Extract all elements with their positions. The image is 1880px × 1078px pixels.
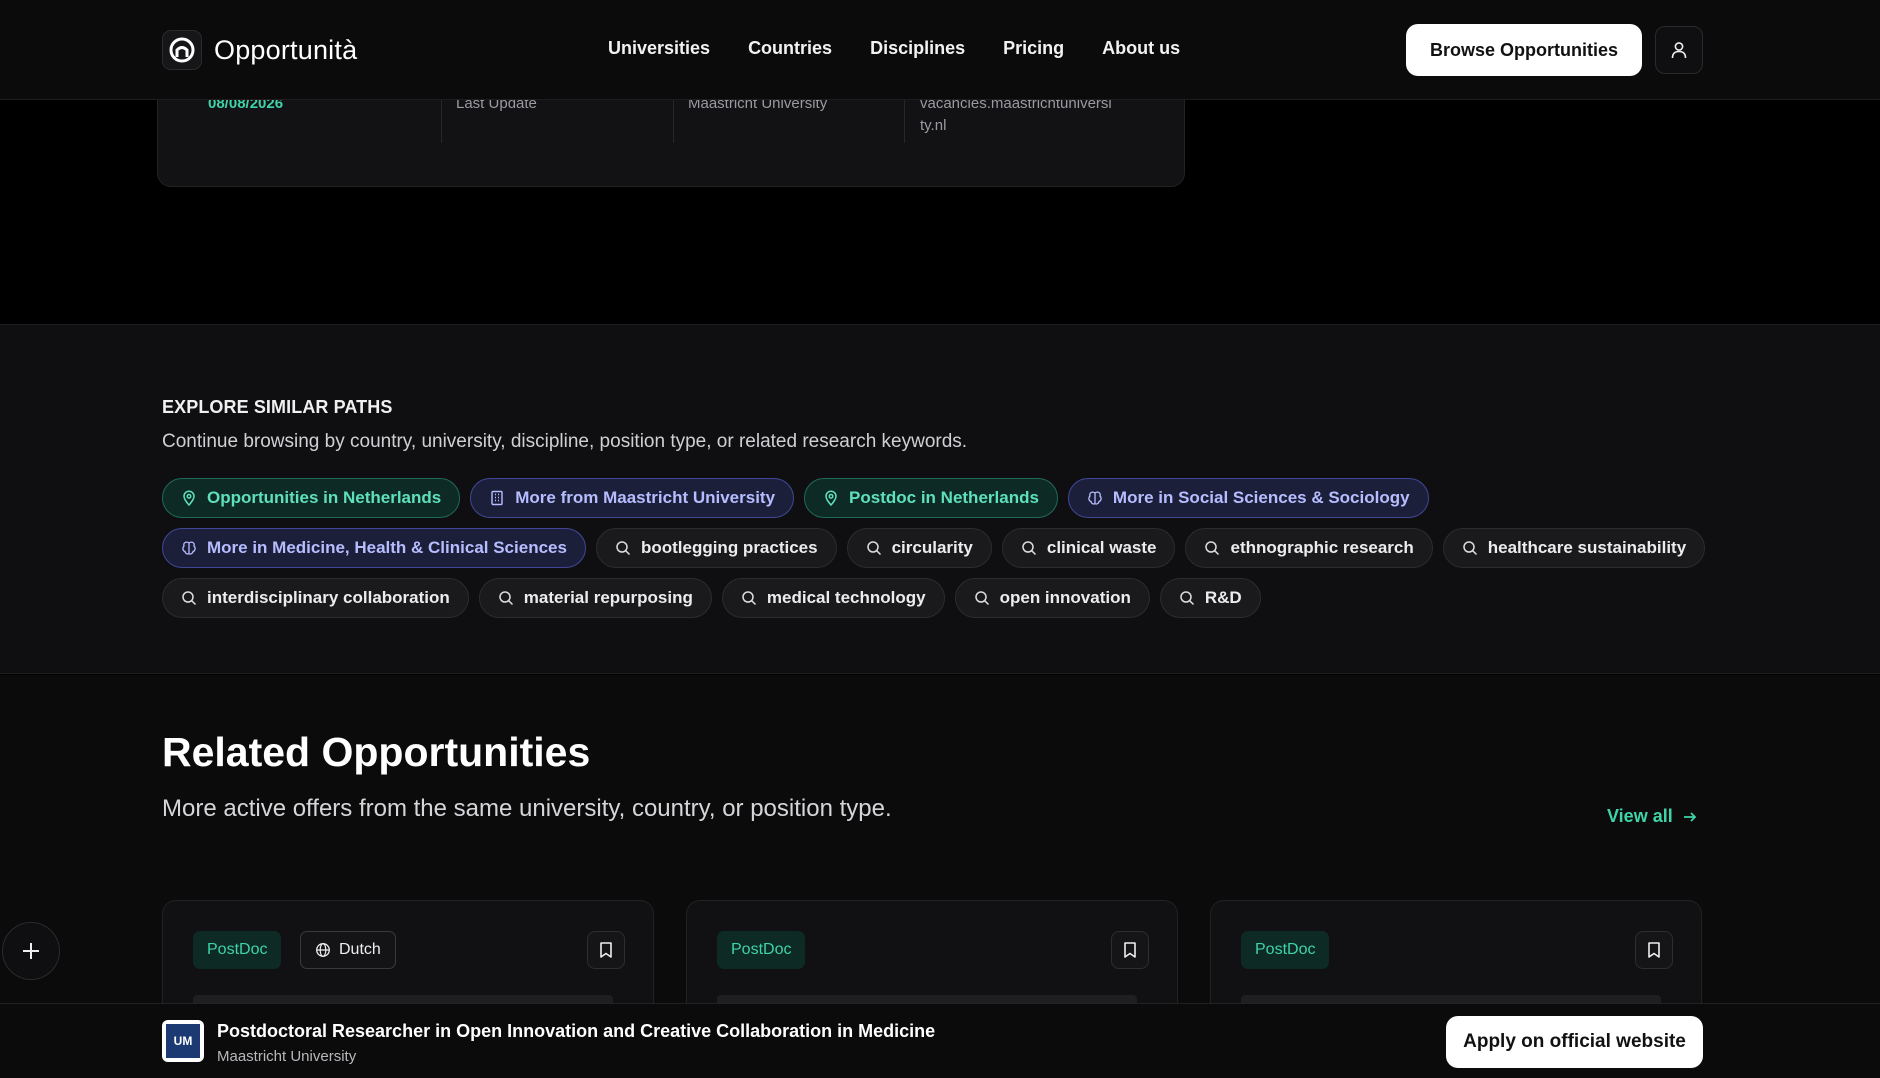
position-title: Postdoctoral Researcher in Open Innovati…	[217, 1021, 936, 1041]
browse-opportunities-button[interactable]: Browse Opportunities	[1406, 24, 1642, 76]
building-icon	[491, 490, 503, 506]
language-label: Dutch	[339, 941, 381, 958]
chip-label: interdisciplinary collaboration	[207, 588, 450, 607]
language-badge: Dutch	[300, 931, 396, 969]
search-icon	[866, 541, 881, 556]
chip-more-from-maastricht[interactable]: More from Maastricht University	[470, 478, 795, 518]
map-pin-icon	[183, 490, 195, 506]
bookmark-icon	[1648, 942, 1660, 958]
search-icon	[499, 591, 513, 606]
chip-keyword[interactable]: interdisciplinary collaboration	[162, 578, 469, 618]
related-opportunities: Related Opportunities More active offers…	[0, 675, 1880, 1040]
chip-label: ethnographic research	[1230, 538, 1414, 557]
user-icon	[1671, 42, 1687, 59]
chip-keyword[interactable]: ethnographic research	[1185, 528, 1433, 568]
chip-postdoc-netherlands[interactable]: Postdoc in Netherlands	[804, 478, 1058, 518]
nav-universities[interactable]: Universities	[608, 38, 710, 59]
chip-keyword[interactable]: healthcare sustainability	[1442, 528, 1706, 568]
plus-icon	[23, 943, 39, 959]
apply-official-website-button[interactable]: Apply on official website	[1446, 1016, 1703, 1068]
chip-label: clinical waste	[1046, 538, 1157, 557]
chip-keyword[interactable]: circularity	[846, 528, 992, 568]
search-icon	[1463, 541, 1477, 556]
section-subtitle: Continue browsing by country, university…	[162, 431, 968, 452]
website-line-2: ty.nl	[920, 117, 947, 134]
nav-pricing[interactable]: Pricing	[1003, 38, 1064, 59]
chip-label: bootlegging practices	[640, 538, 818, 557]
search-icon	[1180, 591, 1194, 606]
logo-icon	[162, 30, 202, 70]
view-all-link[interactable]: View all	[1607, 806, 1699, 827]
chip-label: circularity	[891, 538, 973, 557]
path-chips: Opportunities in Netherlands More from M…	[162, 478, 1722, 628]
main-nav: Universities Countries Disciplines Prici…	[608, 38, 1180, 59]
brand-logo[interactable]: Opportunità	[162, 30, 357, 70]
chip-label: healthcare sustainability	[1487, 538, 1687, 557]
chip-opportunities-netherlands[interactable]: Opportunities in Netherlands	[162, 478, 461, 518]
bookmark-button[interactable]	[1111, 931, 1149, 969]
university-logo-mark: UM	[166, 1024, 200, 1058]
bookmark-icon	[1124, 942, 1136, 958]
chip-social-sciences[interactable]: More in Social Sciences & Sociology	[1067, 478, 1429, 518]
chip-label: medical technology	[766, 588, 926, 607]
user-account-button[interactable]	[1655, 26, 1703, 74]
university-logo: UM	[162, 1020, 204, 1062]
sticky-apply-bar: UM Postdoctoral Researcher in Open Innov…	[0, 1003, 1880, 1078]
chip-label: More in Medicine, Health & Clinical Scie…	[207, 538, 567, 557]
chip-keyword[interactable]: open innovation	[954, 578, 1150, 618]
university-name: Maastricht University	[217, 1048, 357, 1065]
search-icon	[974, 591, 989, 606]
bookmark-icon	[600, 942, 612, 958]
globe-icon	[316, 943, 330, 957]
chip-keyword[interactable]: R&D	[1159, 578, 1261, 618]
chip-label: material repurposing	[523, 588, 693, 607]
search-icon	[182, 591, 197, 606]
nav-countries[interactable]: Countries	[748, 38, 832, 59]
map-pin-icon	[825, 490, 837, 506]
floating-add-button[interactable]	[2, 922, 60, 980]
search-icon	[1205, 541, 1220, 556]
chip-medicine-health[interactable]: More in Medicine, Health & Clinical Scie…	[162, 528, 586, 568]
search-icon	[742, 591, 756, 606]
nav-about-us[interactable]: About us	[1102, 38, 1180, 59]
section-title: EXPLORE SIMILAR PATHS	[162, 397, 393, 417]
related-subtitle: More active offers from the same univers…	[162, 795, 892, 822]
chip-label: More from Maastricht University	[515, 488, 776, 507]
brain-icon	[1088, 491, 1102, 505]
chip-label: More in Social Sciences & Sociology	[1112, 488, 1410, 507]
chip-label: Opportunities in Netherlands	[207, 488, 442, 507]
search-icon	[616, 541, 630, 556]
search-icon	[1022, 541, 1036, 556]
explore-similar-paths: EXPLORE SIMILAR PATHS Continue browsing …	[0, 324, 1880, 674]
chip-keyword[interactable]: medical technology	[721, 578, 945, 618]
chip-keyword[interactable]: clinical waste	[1001, 528, 1176, 568]
related-title: Related Opportunities	[162, 729, 591, 775]
position-type-badge: PostDoc	[1241, 931, 1330, 969]
brain-icon	[182, 541, 196, 555]
position-type-badge: PostDoc	[193, 931, 282, 969]
chip-keyword[interactable]: bootlegging practices	[595, 528, 837, 568]
site-header: Opportunità Universities Countries Disci…	[0, 0, 1880, 100]
bookmark-button[interactable]	[1635, 931, 1673, 969]
brand-name: Opportunità	[214, 34, 358, 65]
chip-label: open innovation	[999, 588, 1131, 607]
nav-disciplines[interactable]: Disciplines	[870, 38, 965, 59]
position-type-badge: PostDoc	[717, 931, 806, 969]
bookmark-button[interactable]	[587, 931, 625, 969]
view-all-label: View all	[1607, 806, 1673, 826]
arrow-right-icon	[1683, 811, 1696, 822]
chip-label: Postdoc in Netherlands	[849, 488, 1039, 507]
chip-label: R&D	[1204, 588, 1242, 607]
chip-keyword[interactable]: material repurposing	[478, 578, 712, 618]
